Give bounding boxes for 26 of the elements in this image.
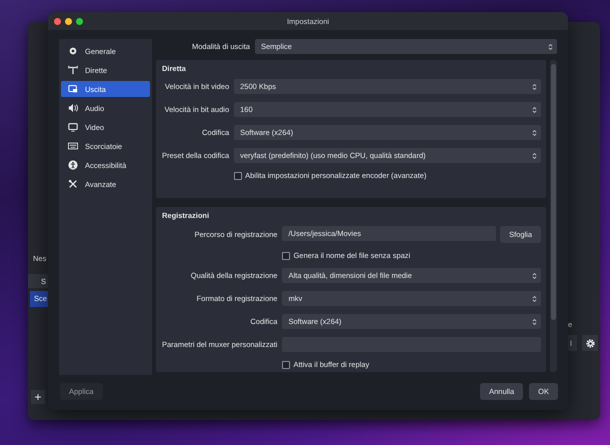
stepper-icon[interactable]: [532, 82, 537, 90]
stepper-icon[interactable]: [532, 318, 537, 326]
stepper-icon[interactable]: [532, 294, 537, 302]
checkbox[interactable]: [282, 360, 290, 368]
tools-icon: [68, 179, 78, 189]
stepper-icon[interactable]: [532, 152, 537, 160]
screen-icon: [68, 84, 78, 94]
zoom-button[interactable]: [76, 18, 83, 24]
scrollbar[interactable]: [550, 60, 557, 372]
stepper-icon[interactable]: [548, 42, 553, 50]
gear-icon: [68, 46, 78, 56]
settings-button[interactable]: [582, 335, 598, 351]
checkbox[interactable]: [234, 172, 242, 180]
gear-icon: [586, 338, 594, 348]
keyboard-icon: [68, 141, 78, 151]
speaker-icon: [68, 103, 78, 113]
accessibility-icon: [68, 160, 78, 170]
add-button[interactable]: +: [31, 390, 45, 404]
stepper-icon[interactable]: [532, 106, 537, 114]
close-button[interactable]: [54, 18, 61, 24]
checkbox[interactable]: [282, 252, 290, 260]
stepper-icon[interactable]: [532, 128, 537, 136]
minimize-button[interactable]: [65, 18, 72, 24]
monitor-icon: [68, 122, 78, 132]
stepper-icon[interactable]: [532, 272, 537, 280]
antenna-icon: [68, 65, 78, 75]
